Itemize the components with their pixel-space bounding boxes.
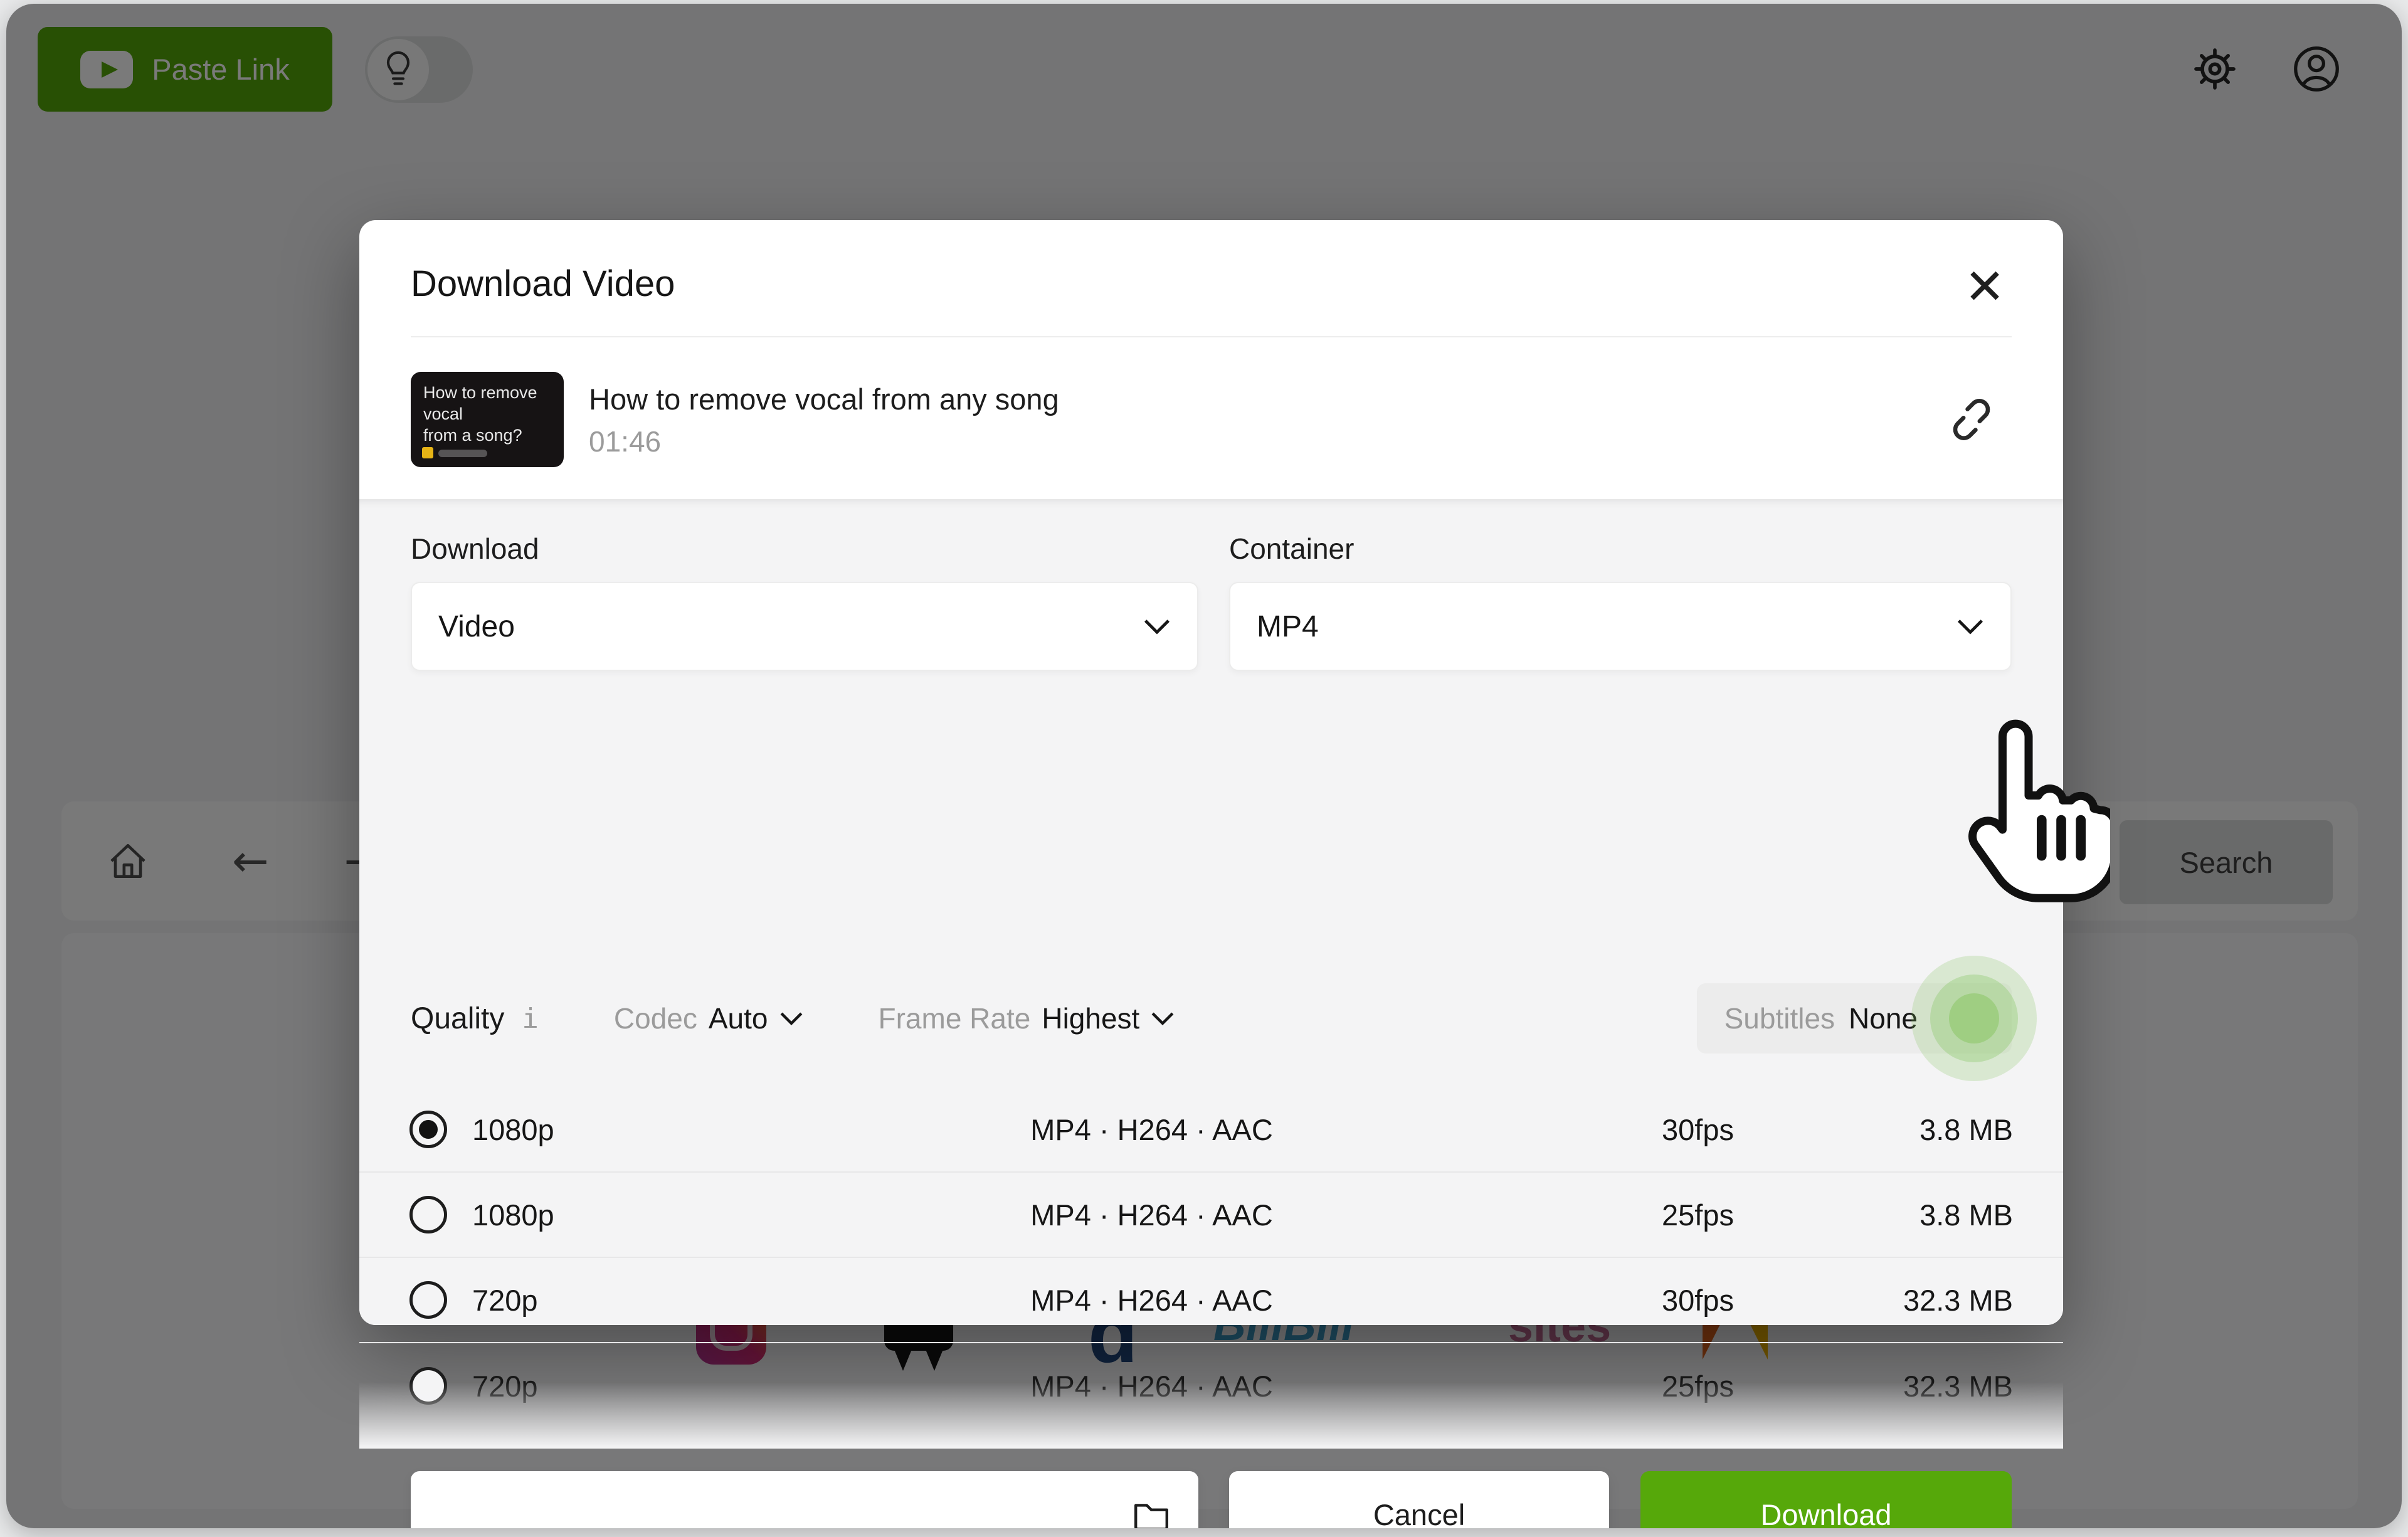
codec-select[interactable]: Codec Auto xyxy=(614,1001,803,1035)
radio-icon[interactable] xyxy=(409,1196,447,1233)
video-thumbnail: How to remove vocal from a song? xyxy=(411,372,564,467)
quality-info-icon[interactable]: i xyxy=(522,1003,539,1035)
quality-option-1080p-30[interactable]: 1080p MP4 · H264 · AAC 30fps 3.8 MB xyxy=(359,1087,2063,1173)
option-fps: 25fps xyxy=(1662,1198,1734,1232)
option-size: 3.8 MB xyxy=(1920,1112,2013,1146)
video-duration: 01:46 xyxy=(589,425,662,458)
chevron-down-icon xyxy=(1957,620,1983,635)
thumbnail-text: How to remove vocal from a song? xyxy=(423,383,537,445)
framerate-select[interactable]: Frame Rate Highest xyxy=(879,1001,1175,1035)
radio-icon[interactable] xyxy=(409,1281,447,1319)
app-window: Paste Link xyxy=(6,4,2402,1528)
container-field-label: Container xyxy=(1229,532,1354,565)
download-type-select[interactable]: Video xyxy=(411,582,1198,671)
options-panel: Download Container Video MP4 Quality i C… xyxy=(359,499,2063,1528)
quality-option-720p-30[interactable]: 720p MP4 · H264 · AAC 30fps 32.3 MB xyxy=(359,1258,2063,1343)
subtitles-value: None xyxy=(1849,1002,1918,1035)
codec-label: Codec xyxy=(613,1002,697,1035)
option-codec: MP4 · H264 · AAC xyxy=(1030,1198,1273,1232)
close-icon: ✕ xyxy=(1964,259,2005,315)
option-quality: 1080p xyxy=(472,1198,554,1232)
radio-icon[interactable] xyxy=(409,1111,447,1148)
thumbnail-watermark-text xyxy=(438,450,487,457)
chevron-down-icon xyxy=(1151,1012,1174,1026)
framerate-label: Frame Rate xyxy=(878,1002,1031,1035)
list-scroll-fade xyxy=(359,1382,2063,1449)
option-size: 3.8 MB xyxy=(1920,1198,2013,1232)
option-codec: MP4 · H264 · AAC xyxy=(1030,1112,1273,1146)
quality-label: Quality xyxy=(411,1001,505,1035)
subtitles-label: Subtitles xyxy=(1724,1002,1835,1035)
option-quality: 1080p xyxy=(472,1112,554,1146)
quality-option-1080p-25[interactable]: 1080p MP4 · H264 · AAC 25fps 3.8 MB xyxy=(359,1173,2063,1258)
container-value: MP4 xyxy=(1257,610,1319,643)
save-path-field[interactable] xyxy=(411,1471,1198,1528)
folder-icon xyxy=(1134,1504,1168,1528)
dialog-title: Download Video xyxy=(411,263,675,304)
framerate-value: Highest xyxy=(1042,1002,1140,1035)
download-button[interactable]: Download xyxy=(1640,1471,2012,1528)
option-codec: MP4 · H264 · AAC xyxy=(1030,1283,1273,1317)
source-link-button[interactable] xyxy=(1940,388,2003,451)
download-video-dialog: Download Video ✕ How to remove vocal fro… xyxy=(359,220,2063,1528)
link-chain-icon xyxy=(1953,399,1990,440)
codec-value: Auto xyxy=(708,1002,768,1035)
option-fps: 30fps xyxy=(1662,1283,1734,1317)
chevron-down-icon xyxy=(1144,620,1170,635)
cancel-button[interactable]: Cancel xyxy=(1229,1471,1609,1528)
cancel-label: Cancel xyxy=(1373,1497,1465,1529)
download-label: Download xyxy=(1760,1497,1892,1529)
close-button[interactable]: ✕ xyxy=(1950,253,2019,322)
header-divider xyxy=(411,336,2012,337)
chevron-down-icon xyxy=(780,1012,802,1026)
video-title: How to remove vocal from any song xyxy=(589,383,1059,416)
save-path-input[interactable] xyxy=(436,1471,1129,1528)
subtitles-select[interactable]: Subtitles None xyxy=(1696,956,2037,1081)
download-field-label: Download xyxy=(411,532,539,565)
download-type-value: Video xyxy=(438,610,515,643)
option-size: 32.3 MB xyxy=(1903,1283,2013,1317)
container-select[interactable]: MP4 xyxy=(1229,582,2012,671)
thumbnail-watermark xyxy=(422,447,433,458)
click-glow xyxy=(1911,956,2037,1081)
option-fps: 30fps xyxy=(1662,1112,1734,1146)
option-quality: 720p xyxy=(472,1283,538,1317)
